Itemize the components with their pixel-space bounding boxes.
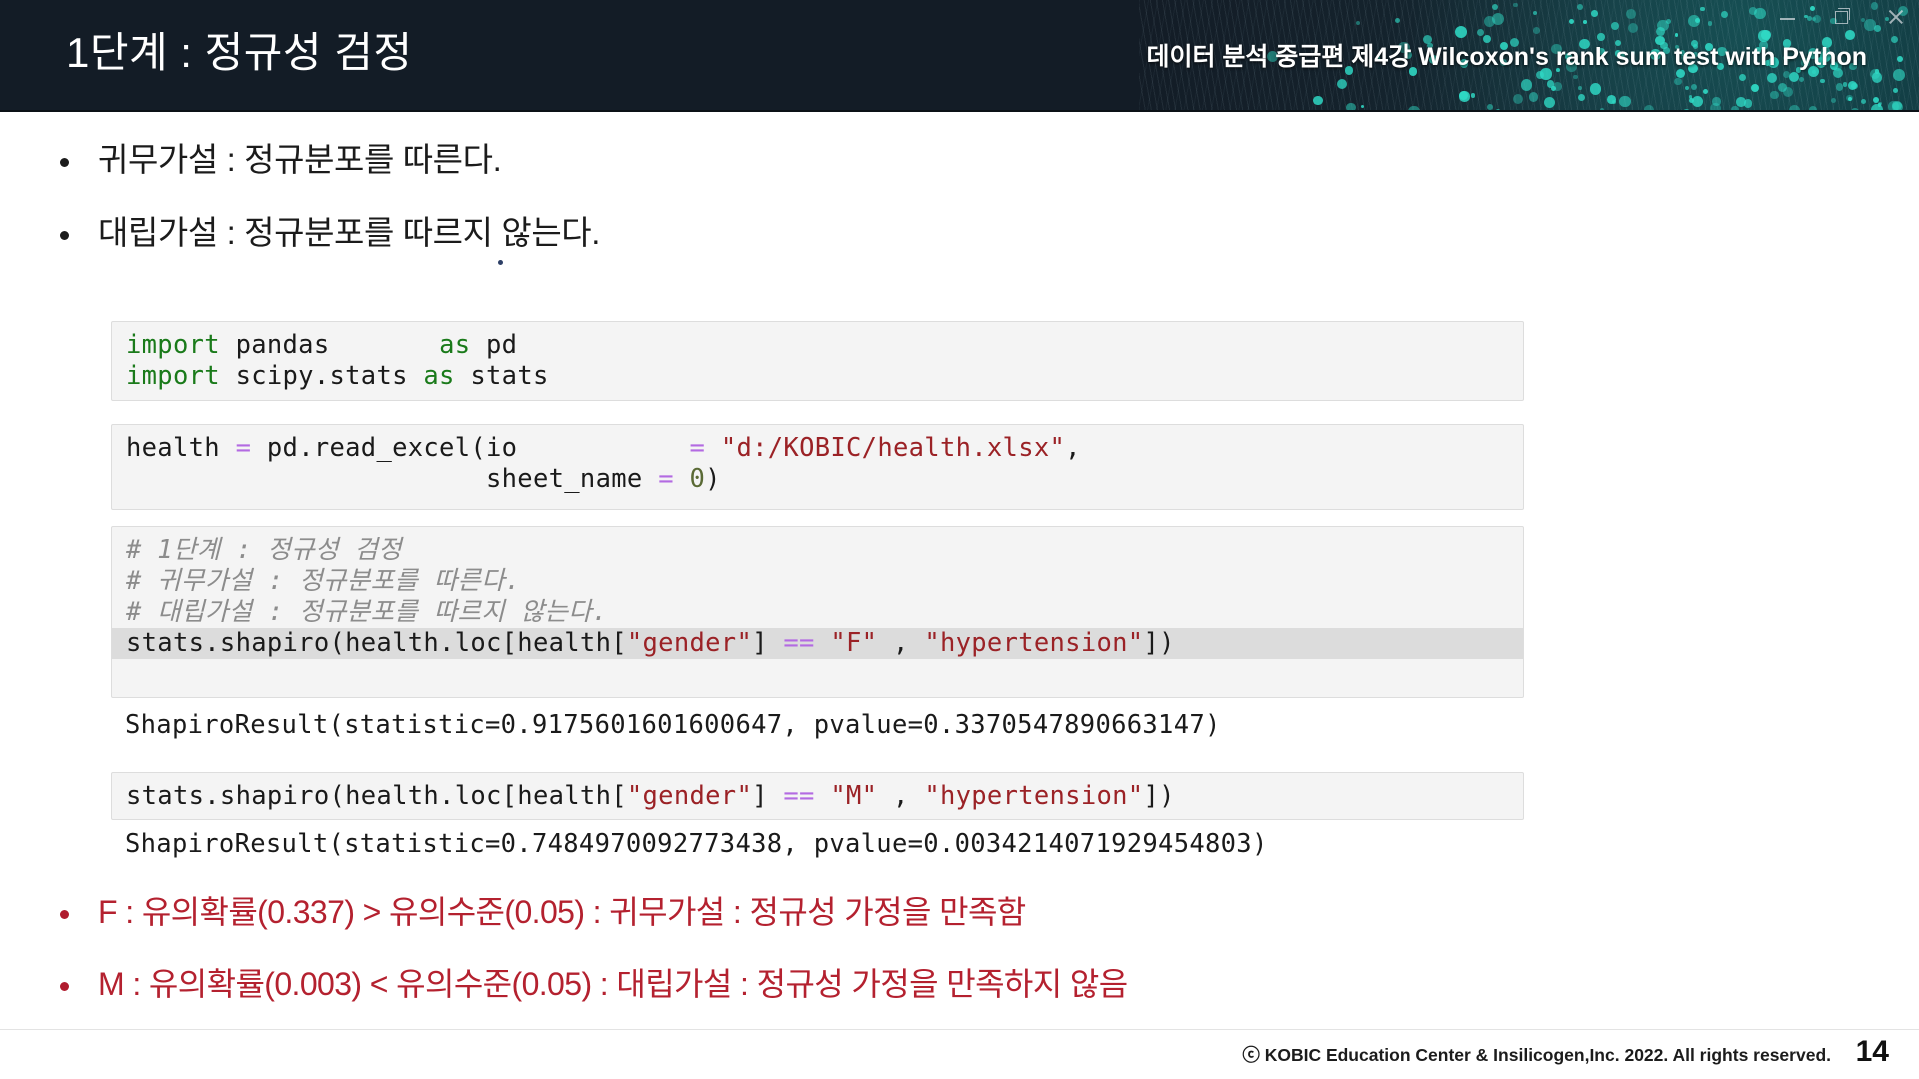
decorative-dot (1590, 83, 1602, 95)
decorative-dot (1702, 88, 1708, 94)
decorative-dot (1553, 82, 1562, 91)
decorative-dot (1578, 86, 1582, 90)
decorative-dot (1897, 55, 1903, 62)
output-shapiro-male: ShapiroResult(statistic=0.74849700927734… (125, 829, 1268, 859)
decorative-dot (1831, 97, 1837, 103)
decorative-dot (1684, 85, 1689, 90)
decorative-dot (1893, 69, 1905, 81)
decorative-dot (1528, 92, 1539, 102)
decorative-dot (1470, 92, 1476, 98)
decorative-dot (1597, 33, 1605, 41)
decorative-dot (1753, 7, 1766, 20)
decorative-dot (1487, 103, 1494, 110)
decorative-dot (1891, 35, 1899, 43)
code-line: # 대립가설 : 정규분포를 따르지 않는다. (126, 597, 608, 627)
decorative-dot (1688, 15, 1701, 27)
course-subtitle: 데이터 분석 중급편 제4강 Wilcoxon's rank sum test … (1146, 43, 1867, 71)
code-line: stats.shapiro(health.loc[health["gender"… (126, 781, 1175, 811)
footer-divider (0, 1029, 1919, 1030)
decorative-dot (1356, 20, 1360, 25)
code-line: # 1단계 : 정규성 검정 (126, 535, 402, 565)
decorative-dot (1700, 6, 1705, 12)
page-number: 14 (1855, 1035, 1889, 1068)
code-line: sheet_name = 0) (126, 464, 721, 494)
decorative-dot (1673, 77, 1682, 86)
decorative-dot (1844, 29, 1855, 40)
decorative-dot (1454, 25, 1467, 38)
decorative-dot (1577, 93, 1585, 101)
output-shapiro-female: ShapiroResult(statistic=0.91756016016006… (125, 710, 1221, 740)
decorative-dot (1892, 87, 1898, 93)
decorative-dot (1626, 8, 1637, 19)
decorative-dot (1758, 30, 1770, 42)
code-block-imports[interactable]: import pandas as pd import scipy.stats as… (111, 321, 1524, 401)
code-block-shapiro-female[interactable]: # 1단계 : 정규성 검정 # 귀무가설 : 정규분포를 따른다. # 대립가설 … (111, 526, 1524, 698)
decorative-dot (1743, 99, 1752, 108)
bullet-marker (60, 231, 69, 240)
restore-window-icon[interactable] (1831, 6, 1853, 28)
conclusion-label: M : 유의확률(0.003) < 유의수준(0.05) : 대립가설 : 정규… (98, 966, 1128, 1002)
bullet-label: 귀무가설 : 정규분포를 따른다. (98, 141, 502, 178)
footer-copyright: ⓒ KOBIC Education Center & Insilicogen,I… (1242, 1045, 1831, 1065)
decorative-dot (1674, 33, 1678, 37)
decorative-dot (1477, 28, 1485, 36)
decorative-dot (1568, 18, 1574, 25)
code-line: health = pd.read_excel(io = "d:/KOBIC/he… (126, 433, 1081, 463)
close-icon[interactable] (1885, 6, 1907, 28)
list-item: 대립가설 : 정규분포를 따르지 않는다. (60, 211, 600, 255)
decorative-dot (1619, 95, 1631, 107)
conclusion-item-f: F : 유의확률(0.337) > 유의수준(0.05) : 귀무가설 : 정규… (60, 890, 1026, 934)
conclusion-item-m: M : 유의확률(0.003) < 유의수준(0.05) : 대립가설 : 정규… (60, 962, 1128, 1006)
bullet-marker (60, 910, 69, 919)
decorative-dot (1572, 74, 1578, 80)
decorative-dot (1532, 27, 1540, 35)
bullet-marker (60, 982, 69, 991)
decorative-dot (1612, 99, 1617, 104)
decorative-dot (1458, 90, 1469, 101)
minimize-icon[interactable] (1777, 6, 1799, 28)
decorative-dot (1583, 20, 1587, 25)
decorative-dot (1591, 10, 1599, 17)
decorative-dot (1312, 95, 1323, 106)
bullet-label: 대립가설 : 정규분포를 따르지 않는다. (98, 214, 601, 251)
decorative-dot (1513, 2, 1518, 8)
decorative-dot (1871, 72, 1883, 83)
code-line: import pandas as pd (126, 330, 518, 360)
bullet-marker (60, 158, 69, 167)
decorative-dot (1666, 19, 1672, 24)
decorative-dot (1738, 73, 1746, 81)
code-line: # 귀무가설 : 정규분포를 따른다. (126, 566, 521, 596)
decorative-dot (1690, 84, 1697, 91)
decorative-dot (1770, 90, 1779, 100)
code-block-shapiro-male[interactable]: stats.shapiro(health.loc[health["gender"… (111, 772, 1524, 820)
slide-header: 1단계 : 정규성 검정 데이터 분석 중급편 제4강 Wilcoxon's r… (0, 0, 1919, 112)
page-title: 1단계 : 정규성 검정 (66, 29, 413, 76)
stray-mark (498, 260, 503, 265)
code-block-read-excel[interactable]: health = pd.read_excel(io = "d:/KOBIC/he… (111, 424, 1524, 510)
decorative-dot (1789, 71, 1800, 82)
decorative-dot (1394, 17, 1400, 24)
decorative-dot (1577, 3, 1584, 10)
slide-content: 귀무가설 : 정규분포를 따른다. 대립가설 : 정규분포를 따르지 않는다. … (0, 112, 1919, 1079)
conclusion-label: F : 유의확률(0.337) > 유의수준(0.05) : 귀무가설 : 정규… (98, 894, 1026, 930)
window-controls (1777, 6, 1907, 28)
decorative-dot (1610, 21, 1620, 30)
code-line: stats.shapiro(health.loc[health["gender"… (112, 628, 1523, 659)
code-line: import scipy.stats as stats (126, 361, 549, 391)
decorative-dot (1520, 79, 1533, 91)
list-item: 귀무가설 : 정규분포를 따른다. (60, 138, 502, 182)
decorative-dot (1847, 81, 1857, 91)
